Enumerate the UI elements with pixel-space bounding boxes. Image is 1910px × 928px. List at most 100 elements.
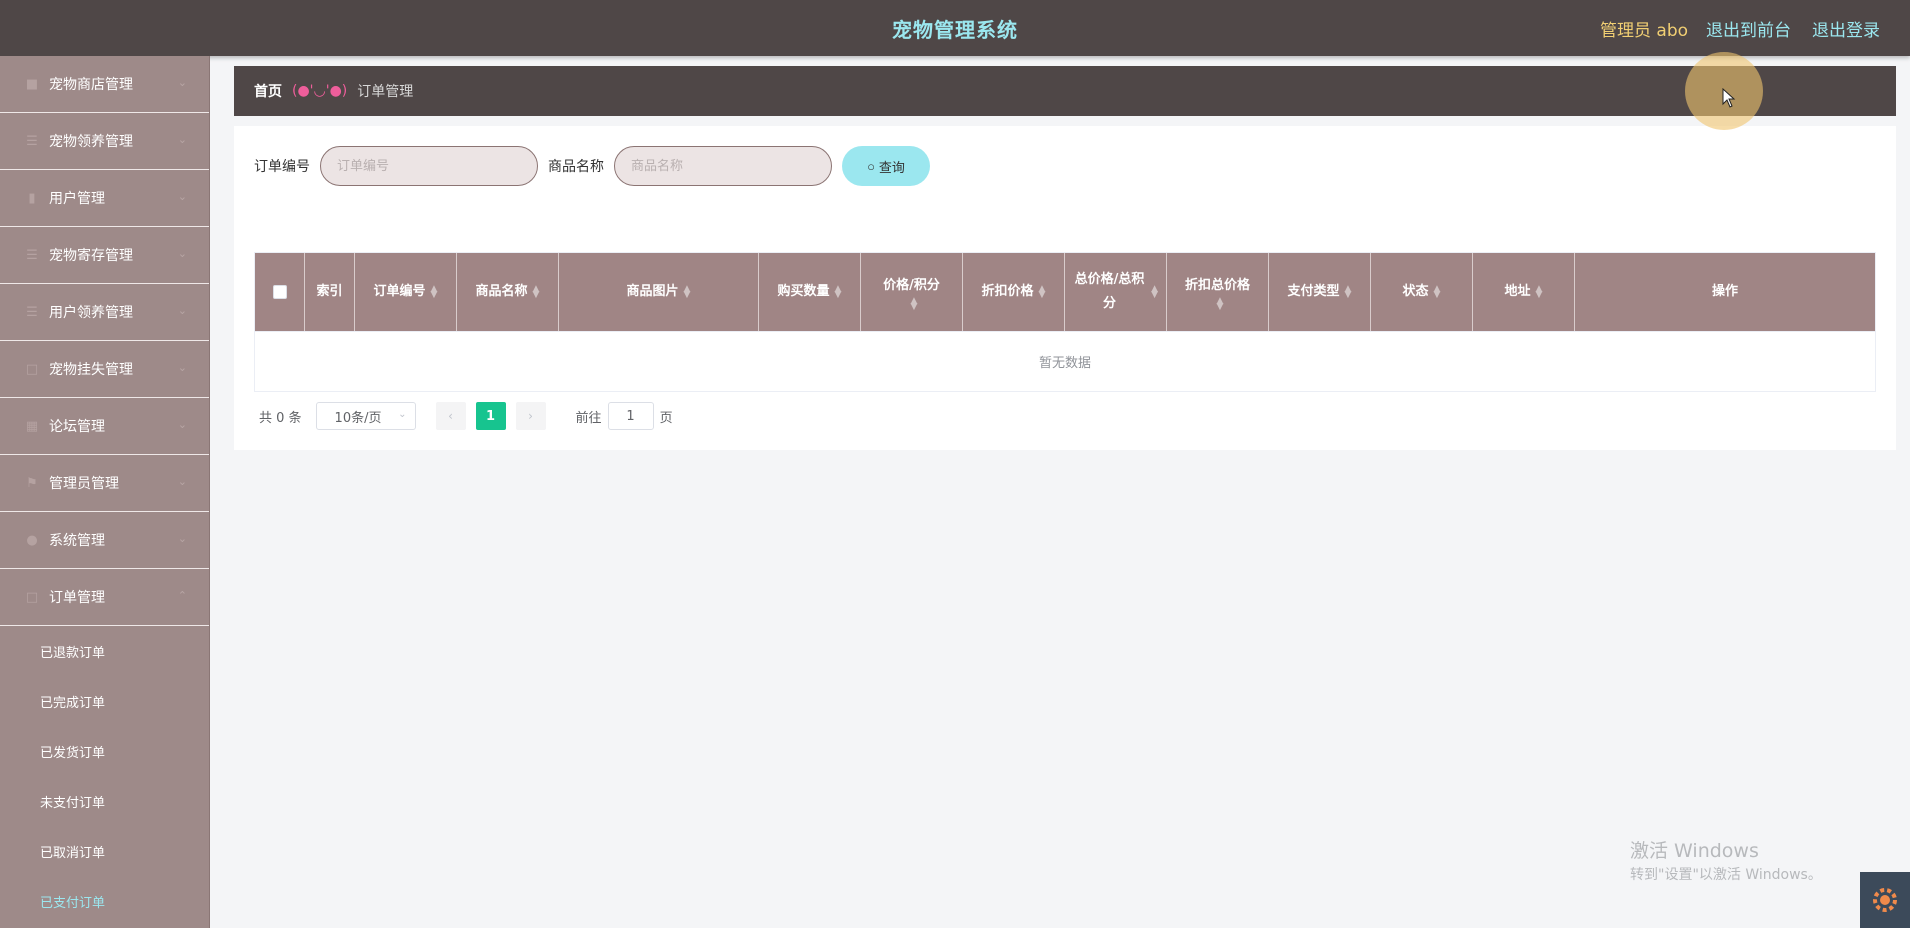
- user-icon: ●: [26, 532, 38, 548]
- sidebar-item-user-adoption[interactable]: ☰ 用户领养管理 ⌄: [0, 284, 209, 341]
- column-header-label: 价格/积分: [883, 278, 940, 293]
- windows-activation-title: 激活 Windows: [1630, 840, 1759, 862]
- chevron-down-icon: ⌄: [177, 304, 187, 317]
- column-header-label: 总价格/总积分: [1074, 272, 1145, 311]
- sidebar-item-pet-shop[interactable]: ■ 宠物商店管理 ⌄: [0, 56, 209, 113]
- product-name-input[interactable]: [614, 146, 832, 186]
- select-all-cell: [255, 253, 305, 331]
- sidebar-item-system[interactable]: ● 系统管理 ⌄: [0, 512, 209, 569]
- sidebar-item-label: 系统管理: [49, 533, 105, 549]
- column-header-label: 购买数量: [777, 284, 830, 299]
- column-header-payment-type[interactable]: 支付类型 ▲ ▼: [1269, 253, 1371, 331]
- sidebar-item-label: 宠物挂失管理: [49, 362, 133, 378]
- chevron-down-icon: ⌄: [177, 190, 187, 203]
- sidebar-item-admins[interactable]: ⚑ 管理员管理 ⌄: [0, 455, 209, 512]
- sort-icon[interactable]: ▲ ▼: [1151, 285, 1158, 300]
- column-header-order-no[interactable]: 订单编号 ▲ ▼: [355, 253, 457, 331]
- flag-icon: ⚑: [26, 475, 38, 491]
- page-size-value: 10条/页: [334, 410, 382, 426]
- orders-table: 索引 订单编号 ▲ ▼ 商品名称 ▲ ▼ 商品图片 ▲ ▼ 购买数量 ▲ ▼ 价格/积分…: [254, 252, 1876, 392]
- submenu-shipped-orders[interactable]: 已发货订单: [0, 726, 209, 776]
- sort-icon[interactable]: ▲ ▼: [684, 285, 691, 300]
- breadcrumb-current: 订单管理: [357, 84, 414, 100]
- submenu-unpaid-orders[interactable]: 未支付订单: [0, 776, 209, 826]
- order-no-label: 订单编号: [254, 159, 310, 175]
- column-header-status[interactable]: 状态 ▲ ▼: [1371, 253, 1473, 331]
- sidebar-item-label: 宠物商店管理: [49, 77, 133, 93]
- column-header-address[interactable]: 地址 ▲ ▼: [1473, 253, 1575, 331]
- sidebar-item-users[interactable]: ▮ 用户管理 ⌄: [0, 170, 209, 227]
- sidebar-item-label: 用户领养管理: [49, 305, 133, 321]
- sidebar-item-orders[interactable]: □ 订单管理 ⌃: [0, 569, 209, 626]
- sort-icon[interactable]: ▲ ▼: [1536, 285, 1543, 300]
- submenu-paid-orders[interactable]: 已支付订单: [0, 876, 209, 926]
- list-icon: ☰: [26, 304, 38, 320]
- search-icon: ○: [867, 158, 875, 174]
- column-header-product-name[interactable]: 商品名称 ▲ ▼: [457, 253, 559, 331]
- column-header-label: 地址: [1504, 284, 1531, 299]
- goto-suffix: 页: [659, 410, 673, 426]
- table-empty-text: 暂无数据: [255, 331, 1875, 391]
- chevron-down-icon: ⌄: [398, 409, 407, 420]
- product-name-label: 商品名称: [548, 159, 604, 175]
- prev-page-button[interactable]: ‹: [435, 402, 466, 430]
- next-page-button[interactable]: ›: [515, 402, 546, 430]
- chevron-down-icon: ⌄: [177, 418, 187, 431]
- chevron-up-icon: ⌃: [177, 589, 187, 602]
- main-panel: 订单编号 商品名称 ○ 查询 索引 订单编号 ▲▼ 商品名称 ▲▼: [234, 126, 1896, 450]
- column-header-label: 状态: [1402, 284, 1429, 299]
- page-size-select[interactable]: 10条/页 ⌄: [315, 402, 416, 430]
- breadcrumb: 首页 (●'◡'●) 订单管理: [234, 66, 1896, 116]
- column-header-quantity[interactable]: 购买数量 ▲ ▼: [759, 253, 861, 331]
- sidebar-item-pet-boarding[interactable]: ☰ 宠物寄存管理 ⌄: [0, 227, 209, 284]
- sidebar-item-label: 论坛管理: [49, 419, 105, 435]
- sort-icon[interactable]: ▲ ▼: [1039, 285, 1046, 300]
- breadcrumb-separator: (●'◡'●): [292, 83, 348, 99]
- submenu-completed-orders[interactable]: 已完成订单: [0, 676, 209, 726]
- tray-app-icon[interactable]: [1860, 872, 1910, 928]
- logout-link[interactable]: 退出登录: [1812, 16, 1880, 41]
- query-button[interactable]: ○ 查询: [842, 146, 930, 186]
- column-header-discount-price[interactable]: 折扣价格 ▲ ▼: [963, 253, 1065, 331]
- submenu-cancelled-orders[interactable]: 已取消订单: [0, 826, 209, 876]
- order-no-input[interactable]: [320, 146, 538, 186]
- pagination: 共 0 条 10条/页 ⌄ ‹ 1 › 前往 页: [259, 402, 673, 430]
- list-icon: ☰: [26, 133, 38, 149]
- sidebar-item-label: 用户管理: [49, 191, 105, 207]
- table-header: 索引 订单编号 ▲ ▼ 商品名称 ▲ ▼ 商品图片 ▲ ▼ 购买数量 ▲ ▼ 价格/积分…: [255, 253, 1875, 331]
- column-header-label: 索引: [316, 284, 343, 299]
- column-header-label: 商品名称: [475, 284, 528, 299]
- breadcrumb-home[interactable]: 首页: [254, 81, 282, 101]
- top-header: 宠物管理系统 管理员 abo 退出到前台 退出登录: [0, 0, 1910, 56]
- gear-icon: [1873, 888, 1897, 912]
- sort-icon[interactable]: ▲ ▼: [835, 285, 842, 300]
- sort-icon[interactable]: ▲ ▼: [1217, 297, 1224, 312]
- sidebar-item-label: 宠物寄存管理: [49, 248, 133, 264]
- column-header-total-price[interactable]: 总价格/总积分 ▲ ▼: [1065, 253, 1167, 331]
- sort-icon[interactable]: ▲ ▼: [1345, 285, 1352, 300]
- column-header-actions: 操作: [1575, 253, 1875, 331]
- sidebar-item-pet-adoption[interactable]: ☰ 宠物领养管理 ⌄: [0, 113, 209, 170]
- sidebar-item-forum[interactable]: ▦ 论坛管理 ⌄: [0, 398, 209, 455]
- goto-prefix: 前往: [575, 410, 602, 426]
- select-all-checkbox[interactable]: [272, 285, 287, 299]
- document-icon: □: [25, 361, 39, 377]
- goto-page-input[interactable]: [607, 402, 654, 430]
- chevron-down-icon: ⌄: [177, 76, 187, 89]
- column-header-discount-total[interactable]: 折扣总价格 ▲ ▼: [1167, 253, 1269, 331]
- column-header-product-image[interactable]: 商品图片 ▲ ▼: [559, 253, 759, 331]
- chevron-down-icon: ⌄: [177, 361, 187, 374]
- column-header-label: 折扣价格: [981, 284, 1034, 299]
- submenu-refunded-orders[interactable]: 已退款订单: [0, 626, 209, 676]
- chevron-down-icon: ⌄: [177, 532, 187, 545]
- page-number-button[interactable]: 1: [475, 402, 506, 430]
- sidebar-item-pet-lost[interactable]: □ 宠物挂失管理 ⌄: [0, 341, 209, 398]
- document-icon: □: [25, 589, 39, 605]
- sort-icon[interactable]: ▲ ▼: [431, 285, 438, 300]
- sort-icon[interactable]: ▲ ▼: [533, 285, 540, 300]
- sort-icon[interactable]: ▲ ▼: [911, 297, 918, 312]
- sort-icon[interactable]: ▲ ▼: [1434, 285, 1441, 300]
- sidebar: ■ 宠物商店管理 ⌄ ☰ 宠物领养管理 ⌄ ▮ 用户管理 ⌄ ☰ 宠物寄存管理 …: [0, 56, 210, 928]
- exit-to-front-link[interactable]: 退出到前台: [1706, 16, 1791, 41]
- column-header-price[interactable]: 价格/积分 ▲ ▼: [861, 253, 963, 331]
